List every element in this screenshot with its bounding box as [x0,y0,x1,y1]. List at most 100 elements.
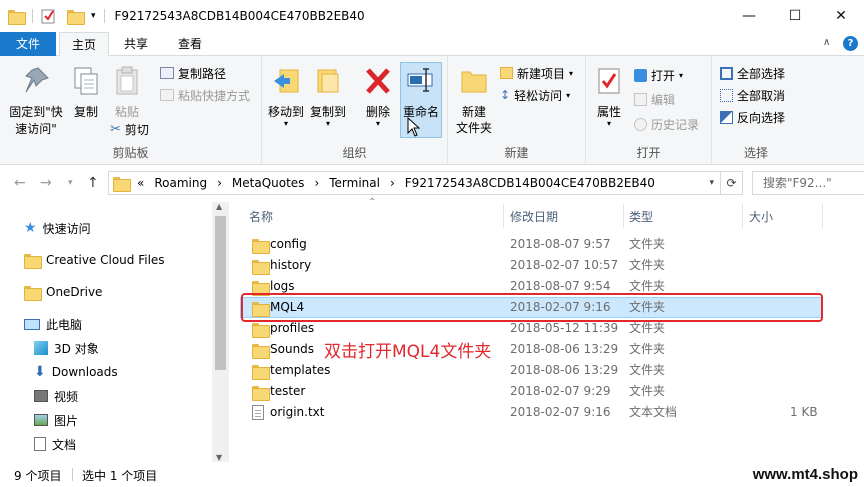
nav-item-downloads[interactable]: ⬇ Downloads [34,361,118,383]
nav-item-pictures[interactable]: 图片 [34,409,78,431]
move-to-button[interactable]: 移动到 ▾ [266,66,306,128]
move-to-icon [274,69,299,93]
file-row-templates[interactable]: templates 2018-08-06 13:29 文件夹 [240,360,822,381]
nav-item-creative-cloud[interactable]: Creative Cloud Files [24,249,165,271]
nav-item-label: OneDrive [46,285,103,299]
column-header-size[interactable]: 大小 [749,206,773,228]
file-row-origin-txt[interactable]: origin.txt 2018-02-07 9:16 文本文档 1 KB [240,402,822,423]
breadcrumb-separator[interactable]: › [217,176,222,190]
open-button[interactable]: 打开 ▾ [634,65,683,85]
select-all-button[interactable]: 全部选择 [720,63,785,83]
tab-file[interactable]: 文件 [0,32,56,56]
paste-shortcut-button[interactable]: 粘贴快捷方式 [160,85,250,105]
new-item-button[interactable]: 新建项目 ▾ [500,63,573,83]
help-icon[interactable]: ? [843,36,858,51]
3d-objects-icon [34,341,48,355]
new-folder-label: 新建 文件夹 [455,105,492,135]
customize-quick-access-icon[interactable]: ▾ [91,11,96,21]
file-name: origin.txt [270,405,325,419]
tab-home[interactable]: 主页 [59,32,109,57]
file-type: 文件夹 [629,384,666,398]
search-input[interactable]: 搜索"F92..." [752,171,864,195]
edit-icon [634,92,647,106]
tab-view[interactable]: 查看 [168,32,212,56]
column-header-name[interactable]: 名称 [249,206,273,228]
column-header-type[interactable]: 类型 [629,206,653,228]
folder-icon [252,365,270,380]
paste-button[interactable]: 粘贴 [108,66,146,120]
breadcrumb-separator[interactable]: › [390,176,395,190]
history-button[interactable]: 历史记录 [634,114,699,134]
properties-check-icon[interactable] [41,8,57,24]
column-divider[interactable] [623,204,624,228]
file-type: 文本文档 [629,405,678,419]
maximize-button[interactable]: ☐ [772,0,818,32]
cut-button[interactable]: ✂ 剪切 [110,119,149,139]
folder-icon [8,9,26,25]
file-modified: 2018-02-07 9:29 [510,384,611,398]
copy-to-button[interactable]: 复制到 ▾ [308,66,348,128]
nav-item-documents[interactable]: 文档 [34,433,76,455]
delete-button[interactable]: 删除 ▾ [360,66,396,128]
column-divider[interactable] [822,204,823,228]
tab-share[interactable]: 共享 [114,32,158,56]
mouse-cursor-icon [407,117,421,137]
scroll-down-icon[interactable]: ▼ [216,453,222,462]
new-folder-icon[interactable] [67,9,85,25]
file-row-history[interactable]: history 2018-02-07 10:57 文件夹 [240,255,822,276]
status-item-count: 9 个项目 [14,469,62,483]
nav-item-3d-objects[interactable]: 3D 对象 [34,337,99,359]
back-arrow-icon[interactable]: ← [14,175,26,191]
collapse-ribbon-icon[interactable]: ∧ [823,37,830,48]
select-all-label: 全部选择 [737,66,786,81]
breadcrumb-roaming[interactable]: Roaming [154,176,207,190]
breadcrumb-overflow[interactable]: « [137,176,144,190]
breadcrumb-terminal[interactable]: Terminal [329,176,380,190]
copy-button[interactable]: 复制 [68,66,104,120]
up-arrow-icon[interactable]: ↑ [87,175,99,191]
scroll-up-icon[interactable]: ▲ [216,202,222,211]
close-button[interactable]: ✕ [818,0,864,32]
file-row-tester[interactable]: tester 2018-02-07 9:29 文件夹 [240,381,822,402]
copy-to-label: 复制到 [309,105,346,119]
organize-group-label: 组织 [342,146,367,160]
breadcrumb-current-folder[interactable]: F92172543A8CDB14B004CE470BB2EB40 [405,176,655,190]
pin-quick-access-button[interactable]: 固定到"快速访问" [4,66,68,138]
edit-button[interactable]: 编辑 [634,89,675,109]
navigation-scrollbar[interactable]: ▲ ▼ [212,202,229,462]
minimize-button[interactable]: — [726,0,772,32]
file-modified: 2018-08-06 13:29 [510,342,619,356]
select-none-button[interactable]: 全部取消 [720,85,785,105]
file-type: 文件夹 [629,363,666,377]
recent-locations-icon[interactable]: ▾ [68,178,73,188]
copy-path-button[interactable]: 复制路径 [160,63,226,83]
invert-selection-button[interactable]: 反向选择 [720,107,785,127]
paste-shortcut-label: 粘贴快捷方式 [178,88,251,103]
breadcrumb-metaquotes[interactable]: MetaQuotes [232,176,305,190]
invert-selection-label: 反向选择 [737,110,786,125]
forward-arrow-icon[interactable]: → [40,175,52,191]
nav-item-quick-access[interactable]: ★ 快速访问 [24,217,91,239]
rename-button[interactable]: 重命名 [400,62,442,138]
new-folder-button[interactable]: 新建 文件夹 [452,66,496,136]
copy-path-icon [160,67,174,79]
nav-item-onedrive[interactable]: OneDrive [24,281,102,303]
column-divider[interactable] [503,204,504,228]
easy-access-button[interactable]: ↕ 轻松访问 ▾ [500,85,570,105]
computer-icon [24,318,40,330]
nav-item-videos[interactable]: 视频 [34,385,78,407]
column-header-modified[interactable]: 修改日期 [510,206,558,228]
address-bar[interactable]: « Roaming › MetaQuotes › Terminal › F921… [108,171,721,195]
easy-access-icon: ↕ [500,88,511,102]
properties-button[interactable]: 属性 ▾ [592,66,626,128]
folder-icon [252,239,270,254]
nav-item-this-pc[interactable]: 此电脑 [24,313,82,335]
address-dropdown-icon[interactable]: ▾ [709,178,714,188]
rename-icon [407,68,433,92]
column-divider[interactable] [742,204,743,228]
refresh-button[interactable]: ⟳ [721,171,743,195]
file-name: tester [270,384,306,398]
breadcrumb-separator[interactable]: › [314,176,319,190]
scrollbar-thumb[interactable] [215,216,226,370]
file-row-config[interactable]: config 2018-08-07 9:57 文件夹 [240,234,822,255]
